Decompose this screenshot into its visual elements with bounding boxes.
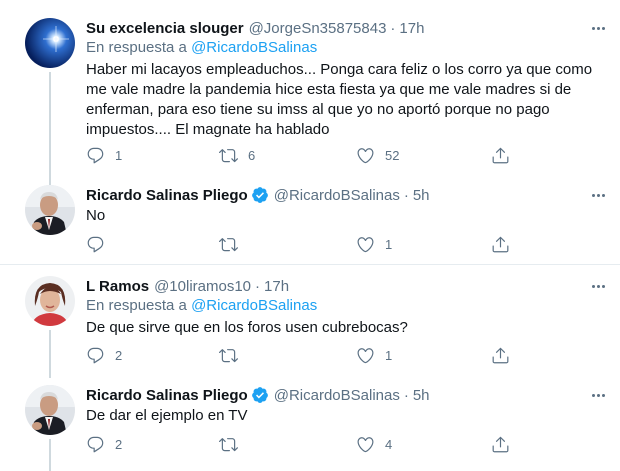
reply-button[interactable]: 2 xyxy=(86,346,122,365)
tweet-text: De dar el ejemplo en TV xyxy=(86,407,248,424)
like-button[interactable]: 1 xyxy=(356,346,392,365)
more-icon[interactable] xyxy=(588,279,608,293)
more-icon[interactable] xyxy=(588,21,608,35)
timestamp[interactable]: 5h xyxy=(413,387,430,404)
reply-count: 2 xyxy=(115,348,123,363)
tweet-actions: 2 1 xyxy=(86,346,526,366)
thread-line xyxy=(49,72,51,194)
avatar[interactable] xyxy=(25,385,75,435)
heart-icon xyxy=(356,146,375,165)
verified-badge-icon xyxy=(251,386,269,404)
author-handle[interactable]: @RicardoBSalinas xyxy=(274,387,400,404)
avatar-image xyxy=(25,18,75,68)
reply-icon xyxy=(86,235,105,254)
heart-icon xyxy=(356,235,375,254)
tweet-text: Haber mi lacayos empleaduchos... Ponga c… xyxy=(86,61,593,138)
tweet-header: Ricardo Salinas Pliego @RicardoBSalinas … xyxy=(86,385,430,405)
reply-prefix: En respuesta a xyxy=(86,297,187,314)
verified-badge-icon xyxy=(251,186,269,204)
reply-button[interactable] xyxy=(86,235,115,254)
thread-line xyxy=(49,330,51,378)
thread-line xyxy=(49,439,51,471)
share-button[interactable] xyxy=(491,235,510,254)
reply-context: En respuesta a @RicardoBSalinas xyxy=(86,39,317,56)
share-icon xyxy=(491,435,510,454)
retweet-icon xyxy=(219,346,238,365)
author-name[interactable]: L Ramos xyxy=(86,278,149,295)
reply-count: 2 xyxy=(115,437,123,452)
reply-icon xyxy=(86,346,105,365)
retweet-button[interactable] xyxy=(219,435,248,454)
like-count: 4 xyxy=(385,437,393,452)
like-button[interactable]: 4 xyxy=(356,435,392,454)
avatar[interactable] xyxy=(25,276,75,326)
tweet-divider xyxy=(0,264,620,265)
separator-dot: · xyxy=(403,186,409,204)
reply-to-link[interactable]: @RicardoBSalinas xyxy=(191,39,317,56)
heart-icon xyxy=(356,435,375,454)
tweet-actions: 1 6 52 xyxy=(86,146,526,166)
like-count: 52 xyxy=(385,148,400,163)
share-button[interactable] xyxy=(491,435,510,454)
retweet-icon xyxy=(219,235,238,254)
separator-dot: · xyxy=(390,19,396,37)
reply-button[interactable]: 1 xyxy=(86,146,122,165)
more-icon[interactable] xyxy=(588,188,608,202)
reply-icon xyxy=(86,435,105,454)
author-name[interactable]: Ricardo Salinas Pliego xyxy=(86,387,248,404)
avatar-image xyxy=(25,276,75,326)
like-count: 1 xyxy=(385,237,393,252)
reply-button[interactable]: 2 xyxy=(86,435,122,454)
retweet-icon xyxy=(219,435,238,454)
tweet-header: Ricardo Salinas Pliego @RicardoBSalinas … xyxy=(86,185,430,205)
separator-dot: · xyxy=(403,386,409,404)
like-button[interactable]: 1 xyxy=(356,235,392,254)
avatar-image xyxy=(25,385,75,435)
tweet-text: De que sirve que en los foros usen cubre… xyxy=(86,319,408,336)
timestamp[interactable]: 17h xyxy=(399,20,424,37)
retweet-icon xyxy=(219,146,238,165)
reply-to-link[interactable]: @RicardoBSalinas xyxy=(191,297,317,314)
retweet-button[interactable] xyxy=(219,346,248,365)
retweet-button[interactable] xyxy=(219,235,248,254)
author-handle[interactable]: @10liramos10 xyxy=(154,278,251,295)
tweet-actions: 1 xyxy=(86,235,526,255)
timestamp[interactable]: 17h xyxy=(264,278,289,295)
reply-prefix: En respuesta a xyxy=(86,39,187,56)
heart-icon xyxy=(356,346,375,365)
reply-count: 1 xyxy=(115,148,123,163)
share-button[interactable] xyxy=(491,146,510,165)
separator-dot: · xyxy=(255,277,261,295)
tweet-header: Su excelencia slouger @JorgeSn35875843 ·… xyxy=(86,18,424,38)
tweet-text: No xyxy=(86,207,106,224)
retweet-count: 6 xyxy=(248,148,256,163)
author-name[interactable]: Ricardo Salinas Pliego xyxy=(86,187,248,204)
tweet-actions: 2 4 xyxy=(86,435,526,455)
timestamp[interactable]: 5h xyxy=(413,187,430,204)
share-icon xyxy=(491,235,510,254)
reply-context: En respuesta a @RicardoBSalinas xyxy=(86,297,317,314)
share-icon xyxy=(491,146,510,165)
avatar[interactable] xyxy=(25,18,75,68)
avatar-image xyxy=(25,185,75,235)
tweet-header: L Ramos @10liramos10 · 17h xyxy=(86,276,289,296)
share-icon xyxy=(491,346,510,365)
share-button[interactable] xyxy=(491,346,510,365)
like-button[interactable]: 52 xyxy=(356,146,399,165)
author-name[interactable]: Su excelencia slouger xyxy=(86,20,244,37)
reply-icon xyxy=(86,146,105,165)
author-handle[interactable]: @RicardoBSalinas xyxy=(274,187,400,204)
like-count: 1 xyxy=(385,348,393,363)
more-icon[interactable] xyxy=(588,388,608,402)
author-handle[interactable]: @JorgeSn35875843 xyxy=(249,20,387,37)
avatar[interactable] xyxy=(25,185,75,235)
retweet-button[interactable]: 6 xyxy=(219,146,255,165)
